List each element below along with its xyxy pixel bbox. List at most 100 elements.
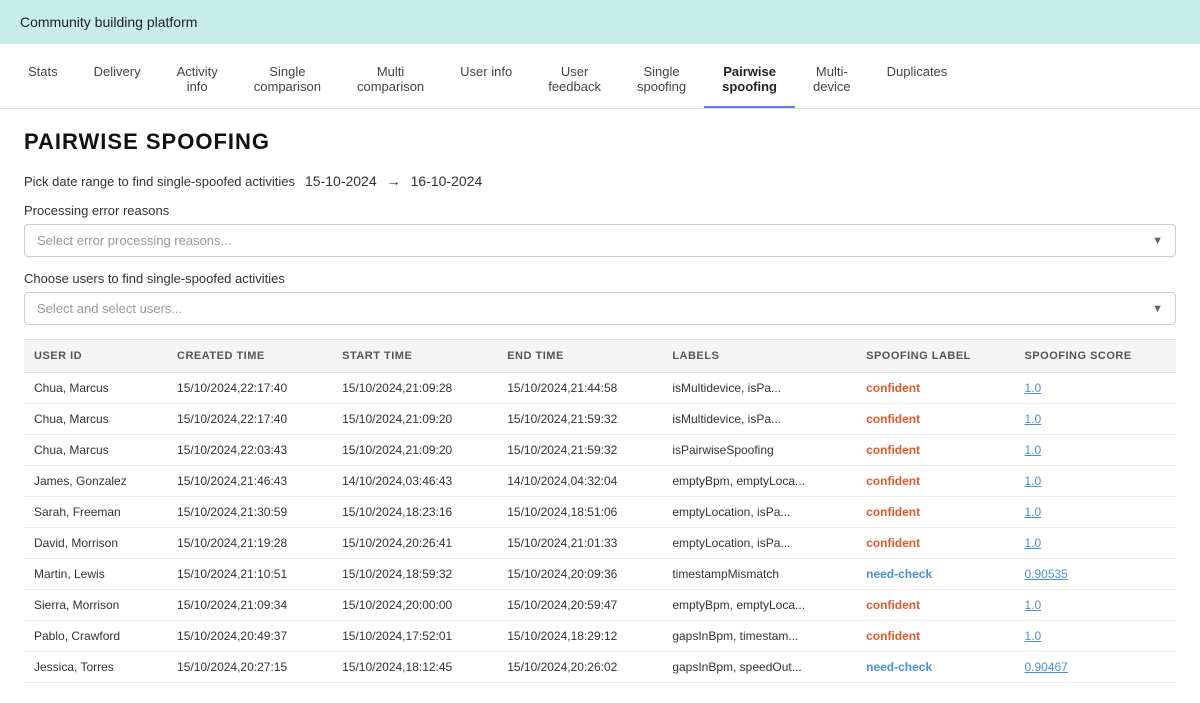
- cell-spoofing-score[interactable]: 1.0: [1024, 381, 1041, 395]
- col-header-start-time: START TIME: [332, 340, 497, 373]
- cell-end-time: 15/10/2024,18:29:12: [497, 621, 662, 652]
- cell-spoofing-score[interactable]: 1.0: [1024, 536, 1041, 550]
- date-range-label: Pick date range to find single-spoofed a…: [24, 174, 295, 189]
- cell-end-time: 15/10/2024,21:59:32: [497, 435, 662, 466]
- cell-created-time: 15/10/2024,22:17:40: [167, 404, 332, 435]
- dropdown-arrow-icon: ▼: [1152, 235, 1163, 247]
- cell-created-time: 15/10/2024,21:09:34: [167, 590, 332, 621]
- cell-end-time: 15/10/2024,20:59:47: [497, 590, 662, 621]
- error-reasons-label: Processing error reasons: [24, 203, 1176, 218]
- cell-user-id: Chua, Marcus: [34, 381, 109, 395]
- page-title: PAIRWISE SPOOFING: [24, 129, 1176, 155]
- cell-spoofing-score[interactable]: 0.90535: [1024, 567, 1067, 581]
- tab-pairwise-spoofing[interactable]: Pairwise spoofing: [704, 52, 795, 108]
- cell-user-id: Chua, Marcus: [34, 412, 109, 426]
- tab-multi-comparison[interactable]: Multi comparison: [339, 52, 442, 108]
- cell-spoofing-label: confident: [866, 598, 920, 612]
- cell-spoofing-score[interactable]: 1.0: [1024, 474, 1041, 488]
- cell-end-time: 15/10/2024,18:51:06: [497, 497, 662, 528]
- cell-user-id: Pablo, Crawford: [34, 629, 120, 643]
- cell-labels: isMultidevice, isPa...: [662, 373, 856, 404]
- data-table-section: USER IDCREATED TIMESTART TIMEEND TIMELAB…: [24, 339, 1176, 683]
- col-header-created-time: CREATED TIME: [167, 340, 332, 373]
- error-reasons-placeholder: Select error processing reasons...: [37, 233, 231, 248]
- cell-start-time: 15/10/2024,18:59:32: [332, 559, 497, 590]
- cell-start-time: 14/10/2024,03:46:43: [332, 466, 497, 497]
- tab-multi-device[interactable]: Multi- device: [795, 52, 869, 108]
- date-start: 15-10-2024: [305, 173, 377, 189]
- date-arrow: →: [387, 173, 401, 189]
- date-range-row: Pick date range to find single-spoofed a…: [24, 173, 1176, 189]
- cell-spoofing-score[interactable]: 1.0: [1024, 412, 1041, 426]
- col-header-labels: LABELS: [662, 340, 856, 373]
- table-row: Pablo, Crawford15/10/2024,20:49:3715/10/…: [24, 621, 1176, 652]
- col-header-end-time: END TIME: [497, 340, 662, 373]
- cell-start-time: 15/10/2024,18:12:45: [332, 652, 497, 683]
- cell-start-time: 15/10/2024,20:26:41: [332, 528, 497, 559]
- date-end: 16-10-2024: [411, 173, 483, 189]
- app-title: Community building platform: [20, 14, 197, 30]
- cell-created-time: 15/10/2024,21:10:51: [167, 559, 332, 590]
- cell-start-time: 15/10/2024,21:09:20: [332, 435, 497, 466]
- cell-created-time: 15/10/2024,21:46:43: [167, 466, 332, 497]
- cell-user-id: Sarah, Freeman: [34, 505, 121, 519]
- tab-single-comparison[interactable]: Single comparison: [236, 52, 339, 108]
- col-header-user-id: USER ID: [24, 340, 167, 373]
- table-header: USER IDCREATED TIMESTART TIMEEND TIMELAB…: [24, 340, 1176, 373]
- cell-created-time: 15/10/2024,22:03:43: [167, 435, 332, 466]
- tab-single-spoofing[interactable]: Single spoofing: [619, 52, 704, 108]
- cell-user-id: Martin, Lewis: [34, 567, 105, 581]
- cell-created-time: 15/10/2024,20:49:37: [167, 621, 332, 652]
- cell-spoofing-label: confident: [866, 505, 920, 519]
- cell-spoofing-label: confident: [866, 443, 920, 457]
- cell-labels: timestampMismatch: [662, 559, 856, 590]
- error-reasons-dropdown[interactable]: Select error processing reasons... ▼: [24, 224, 1176, 257]
- cell-spoofing-score[interactable]: 0.90467: [1024, 660, 1067, 674]
- cell-user-id: Chua, Marcus: [34, 443, 109, 457]
- cell-labels: isPairwiseSpoofing: [662, 435, 856, 466]
- cell-end-time: 15/10/2024,20:09:36: [497, 559, 662, 590]
- cell-labels: emptyLocation, isPa...: [662, 528, 856, 559]
- table-row: Chua, Marcus15/10/2024,22:17:4015/10/202…: [24, 373, 1176, 404]
- results-table: USER IDCREATED TIMESTART TIMEEND TIMELAB…: [24, 339, 1176, 683]
- cell-created-time: 15/10/2024,21:19:28: [167, 528, 332, 559]
- table-row: James, Gonzalez15/10/2024,21:46:4314/10/…: [24, 466, 1176, 497]
- cell-start-time: 15/10/2024,17:52:01: [332, 621, 497, 652]
- main-content: PAIRWISE SPOOFING Pick date range to fin…: [0, 109, 1200, 703]
- cell-spoofing-label: confident: [866, 381, 920, 395]
- cell-created-time: 15/10/2024,22:17:40: [167, 373, 332, 404]
- table-row: Sierra, Morrison15/10/2024,21:09:3415/10…: [24, 590, 1176, 621]
- cell-spoofing-label: need-check: [866, 567, 932, 581]
- tab-activity-info[interactable]: Activity info: [159, 52, 236, 108]
- cell-start-time: 15/10/2024,21:09:20: [332, 404, 497, 435]
- tab-duplicates[interactable]: Duplicates: [869, 52, 966, 108]
- users-label: Choose users to find single-spoofed acti…: [24, 271, 1176, 286]
- cell-end-time: 15/10/2024,21:59:32: [497, 404, 662, 435]
- app-title-bar: Community building platform: [0, 0, 1200, 44]
- cell-spoofing-label: confident: [866, 474, 920, 488]
- cell-user-id: Jessica, Torres: [34, 660, 114, 674]
- col-header-spoofing-label: SPOOFING LABEL: [856, 340, 1014, 373]
- table-row: Chua, Marcus15/10/2024,22:17:4015/10/202…: [24, 404, 1176, 435]
- users-dropdown[interactable]: Select and select users... ▼: [24, 292, 1176, 325]
- cell-end-time: 14/10/2024,04:32:04: [497, 466, 662, 497]
- tab-delivery[interactable]: Delivery: [76, 52, 159, 108]
- cell-spoofing-label: confident: [866, 412, 920, 426]
- cell-start-time: 15/10/2024,20:00:00: [332, 590, 497, 621]
- table-body: Chua, Marcus15/10/2024,22:17:4015/10/202…: [24, 373, 1176, 683]
- tab-user-feedback[interactable]: User feedback: [530, 52, 619, 108]
- col-header-spoofing-score: SPOOFING SCORE: [1014, 340, 1176, 373]
- cell-spoofing-score[interactable]: 1.0: [1024, 629, 1041, 643]
- cell-spoofing-score[interactable]: 1.0: [1024, 598, 1041, 612]
- table-row: Jessica, Torres15/10/2024,20:27:1515/10/…: [24, 652, 1176, 683]
- table-row: Martin, Lewis15/10/2024,21:10:5115/10/20…: [24, 559, 1176, 590]
- tab-user-info[interactable]: User info: [442, 52, 530, 108]
- tab-stats[interactable]: Stats: [10, 52, 76, 108]
- cell-spoofing-label: confident: [866, 536, 920, 550]
- cell-spoofing-score[interactable]: 1.0: [1024, 505, 1041, 519]
- table-row: Chua, Marcus15/10/2024,22:03:4315/10/202…: [24, 435, 1176, 466]
- tabs-nav: StatsDeliveryActivity infoSingle compari…: [0, 52, 1200, 109]
- cell-spoofing-score[interactable]: 1.0: [1024, 443, 1041, 457]
- cell-created-time: 15/10/2024,21:30:59: [167, 497, 332, 528]
- cell-labels: isMultidevice, isPa...: [662, 404, 856, 435]
